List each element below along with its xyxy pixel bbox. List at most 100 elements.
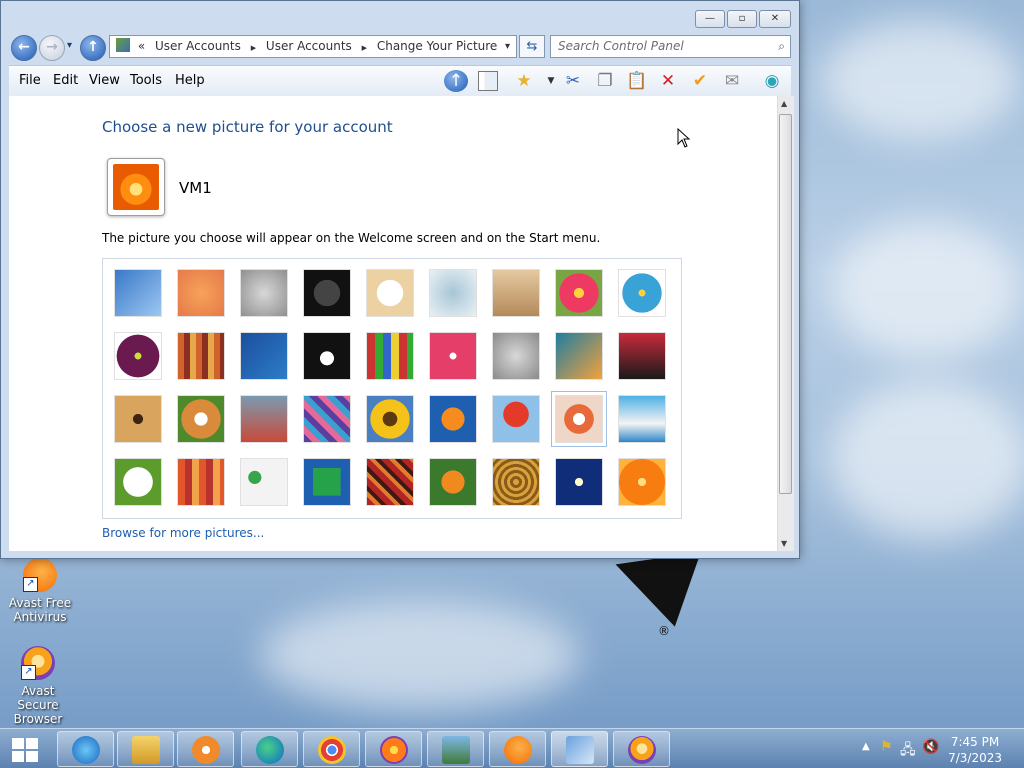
vertical-scrollbar[interactable]: ▲ ▼ [777, 96, 794, 551]
scroll-up-arrow[interactable]: ▲ [781, 99, 787, 108]
cut-icon[interactable]: ✂ [561, 70, 585, 92]
scroll-thumb[interactable] [779, 114, 792, 494]
picture-starfish[interactable] [177, 269, 225, 317]
volume-muted-icon[interactable]: 🔇 [922, 739, 939, 755]
taskbar-firefox[interactable] [365, 731, 422, 767]
picture-woven-pattern[interactable] [366, 458, 414, 506]
taskbar-edge[interactable] [241, 731, 298, 767]
up-icon[interactable]: ↑ [444, 70, 468, 92]
internet-explorer-icon [72, 736, 100, 764]
picture-star-ornament[interactable] [429, 332, 477, 380]
copy-icon[interactable]: ❐ [593, 70, 617, 92]
taskbar-control-panel[interactable] [551, 731, 608, 767]
search-input[interactable]: Search Control Panel ⌕ [550, 35, 791, 58]
taskbar-avast[interactable] [489, 731, 546, 767]
picture-hot-air-balloon[interactable] [492, 395, 540, 443]
picture-sunflower[interactable] [366, 395, 414, 443]
desktop-icon-avast-browser[interactable]: ↗ Avast Secure Browser [0, 646, 76, 726]
taskbar-file-explorer[interactable] [117, 731, 174, 767]
picture-paper-crane[interactable] [618, 332, 666, 380]
recent-pages-dropdown[interactable]: ▾ [67, 40, 72, 51]
taskbar-media-player[interactable] [177, 731, 234, 767]
picture-record-player[interactable] [303, 269, 351, 317]
picture-crayons[interactable] [366, 332, 414, 380]
picture-gyroscope[interactable] [429, 269, 477, 317]
taskbar-avast-browser[interactable] [613, 731, 670, 767]
picture-scarves[interactable] [303, 395, 351, 443]
network-icon[interactable]: 🖧 [900, 739, 916, 763]
menu-file[interactable]: File [19, 73, 41, 88]
picture-sailboat[interactable] [618, 395, 666, 443]
picture-window[interactable] [303, 458, 351, 506]
picture-stairs[interactable] [555, 332, 603, 380]
picture-doll[interactable] [551, 391, 607, 447]
search-icon[interactable]: ⌕ [778, 36, 785, 57]
picture-jacks[interactable] [492, 332, 540, 380]
picture-butterfly[interactable] [429, 458, 477, 506]
menu-tools[interactable]: Tools [130, 73, 162, 88]
picture-basket[interactable] [492, 458, 540, 506]
address-overflow[interactable]: « [138, 39, 145, 53]
picture-dog[interactable] [303, 332, 351, 380]
clock[interactable]: 7:45 PM 7/3/2023 [948, 734, 1002, 766]
picture-kitten[interactable] [492, 269, 540, 317]
picture-soccer-ball[interactable] [114, 458, 162, 506]
current-picture [107, 158, 165, 216]
scroll-down-arrow[interactable]: ▼ [781, 539, 787, 548]
start-button[interactable] [10, 736, 40, 762]
picture-fabric[interactable] [177, 332, 225, 380]
user-name: VM1 [179, 179, 212, 197]
picture-fish[interactable] [429, 395, 477, 443]
back-button[interactable]: ← [11, 35, 37, 61]
pane-icon[interactable] [476, 70, 500, 92]
picture-guitar[interactable] [114, 395, 162, 443]
registered-mark: ® [658, 624, 670, 638]
picture-ball[interactable] [114, 332, 162, 380]
breadcrumb-user-accounts-1[interactable]: User Accounts [155, 39, 241, 53]
taskbar-chrome[interactable] [303, 731, 360, 767]
chevron-down-icon[interactable]: ▼ [539, 70, 563, 92]
shell-icon[interactable]: ◉ [760, 70, 784, 92]
maximize-button[interactable]: ▫ [727, 10, 757, 28]
favorites-icon[interactable]: ★ [512, 70, 536, 92]
refresh-button[interactable]: ⇆ [519, 35, 545, 58]
menu-bar: File Edit View Tools Help ↑ ★ ▼ ✂ ❐ 📋 ✕ … [9, 65, 791, 97]
picture-flower[interactable] [555, 269, 603, 317]
close-button[interactable]: ✕ [759, 10, 791, 28]
picture-orange-flower[interactable] [618, 458, 666, 506]
up-button[interactable]: ↑ [80, 35, 106, 61]
delete-icon[interactable]: ✕ [656, 70, 680, 92]
picture-lucky-cat[interactable] [366, 269, 414, 317]
paste-icon[interactable]: 📋 [625, 70, 649, 92]
minimize-button[interactable]: — [695, 10, 725, 28]
picture-pinwheel[interactable] [618, 269, 666, 317]
forward-button[interactable]: → [39, 35, 65, 61]
checkmark-icon[interactable]: ✔ [688, 70, 712, 92]
breadcrumb-change-picture[interactable]: Change Your Picture [377, 39, 497, 53]
menu-help[interactable]: Help [175, 73, 205, 88]
mail-icon[interactable]: ✉ [720, 70, 744, 92]
picture-puppy[interactable] [177, 395, 225, 443]
menu-edit[interactable]: Edit [53, 73, 78, 88]
breadcrumb-user-accounts-2[interactable]: User Accounts [266, 39, 352, 53]
breadcrumb-separator[interactable]: ▶ [362, 44, 367, 52]
show-hidden-icons[interactable]: ▲ [862, 741, 870, 752]
desktop-icon-avast-antivirus[interactable]: ↗ Avast Free Antivirus [2, 558, 78, 624]
menu-view[interactable]: View [89, 73, 120, 88]
picture-robot-figure[interactable] [240, 269, 288, 317]
taskbar-internet-explorer[interactable] [57, 731, 114, 767]
picture-lantern[interactable] [555, 458, 603, 506]
picture-toy-robot[interactable] [240, 395, 288, 443]
address-dropdown[interactable]: ▾ [505, 36, 510, 57]
title-bar[interactable]: — ▫ ✕ [1, 1, 799, 33]
picture-marbles[interactable] [240, 458, 288, 506]
picture-roller-coaster[interactable] [114, 269, 162, 317]
picture-textile[interactable] [177, 458, 225, 506]
picture-leaf[interactable] [240, 332, 288, 380]
taskbar-photo-viewer[interactable] [427, 731, 484, 767]
action-center-icon[interactable]: ⚑ [880, 739, 893, 755]
address-bar[interactable]: « User Accounts ▶ User Accounts ▶ Change… [109, 35, 517, 58]
browse-pictures-link[interactable]: Browse for more pictures... [102, 526, 264, 540]
breadcrumb-separator[interactable]: ▶ [251, 44, 256, 52]
chrome-icon [318, 736, 346, 764]
